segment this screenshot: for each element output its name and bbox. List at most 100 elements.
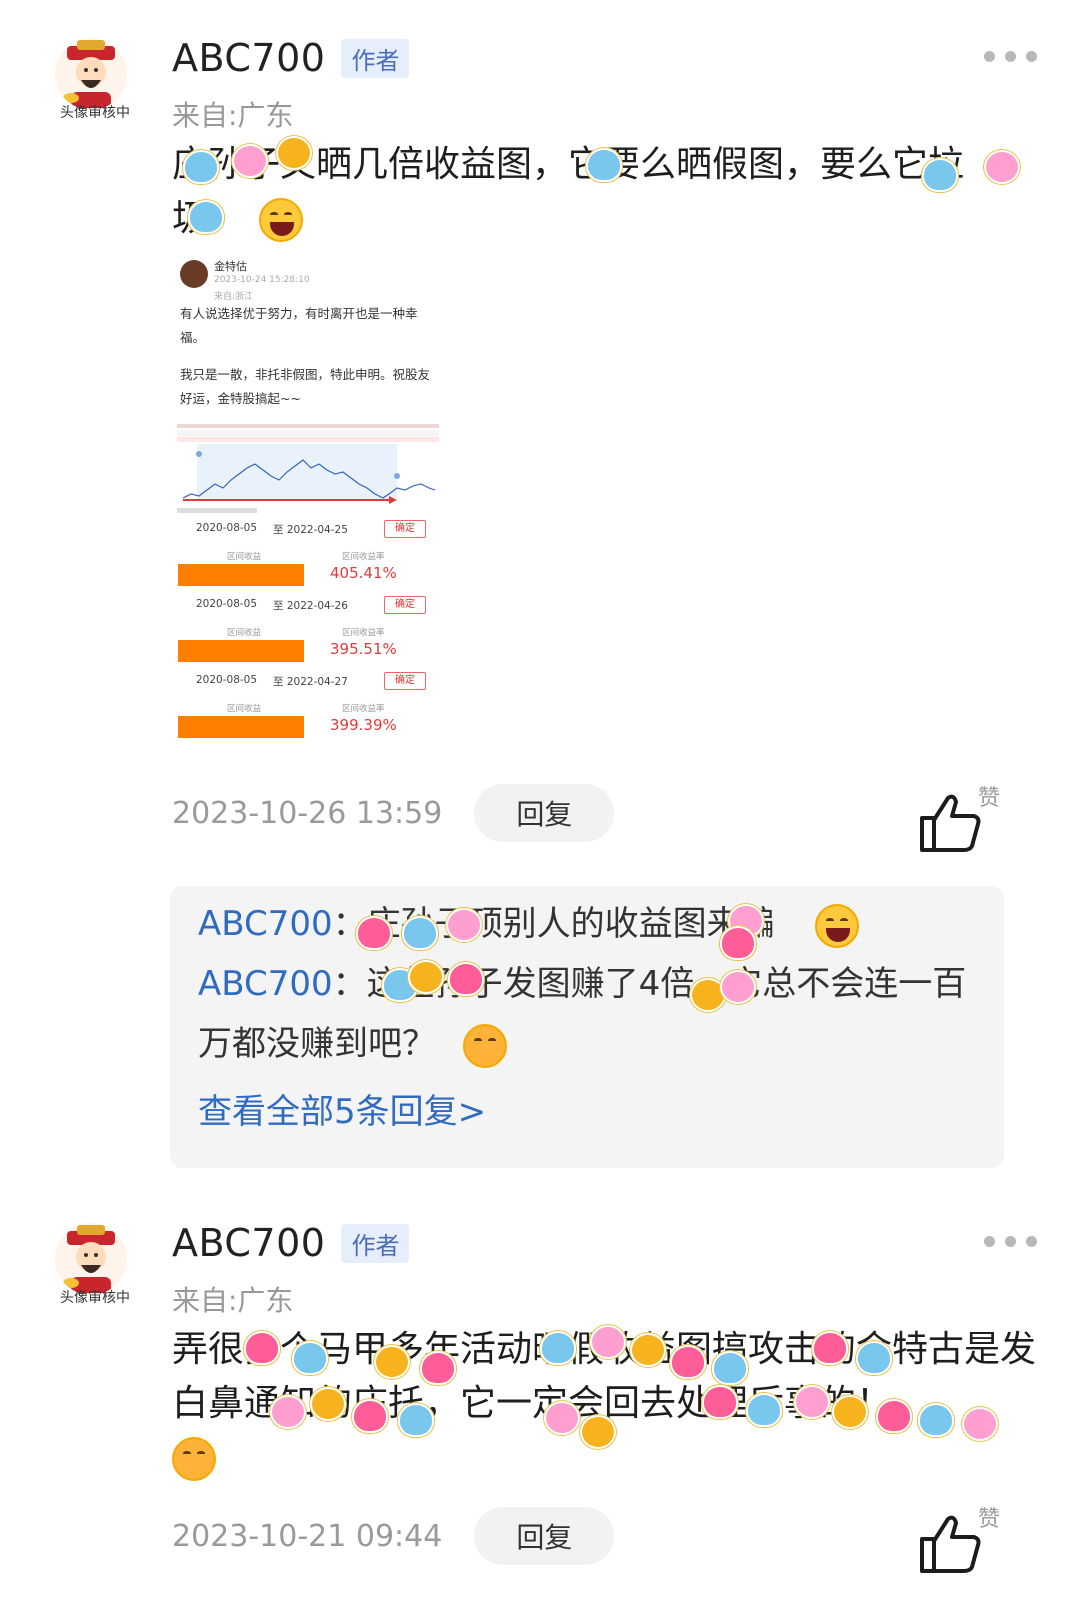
love-heart-sticker-icon [922,158,958,192]
comment-time: 2023-10-26 13:59 [172,795,443,831]
date-range-row: 2020-08-05 至 2022-04-26 确定 区间收益 区间收益率 39… [172,596,444,662]
love-heart-sticker-icon [586,148,622,182]
date-range[interactable]: 2020-08-05 至 2022-04-25 [196,522,348,537]
reply-username[interactable]: ABC700 [198,904,333,944]
thumbs-up-icon[interactable] [918,1511,982,1575]
reply-item[interactable]: ABC700：这些孙子发图赚了4倍，它总不会连一百万都没赚到吧？ [198,954,978,1074]
interval-rate-value: 399.39% [330,716,397,734]
avatar[interactable] [55,1223,127,1295]
heart-face-sticker-icon [420,1351,456,1385]
confirm-button[interactable]: 确定 [384,520,426,538]
god-of-wealth-icon [63,40,115,108]
love-heart-sticker-icon [856,1341,892,1375]
confirm-button[interactable]: 确定 [384,596,426,614]
shared-post-author: 金特估 [214,260,247,273]
so-cute-badge-sticker-icon [310,1387,346,1421]
love-heart-sticker-icon [398,1403,434,1437]
end-date: 至 2022-04-26 [273,600,348,612]
interval-return-label: 区间收益 [227,704,262,714]
avatar-review-badge: 头像审核中 [60,105,130,121]
heart-face-sticker-icon [812,1331,848,1365]
so-cute-badge-sticker-icon [408,960,444,994]
heart-face-sticker-icon [702,1385,738,1419]
comment-footer: 2023-10-26 13:59 回复 [172,784,615,842]
date-range-row: 2020-08-05 至 2022-04-25 确定 区间收益 区间收益率 40… [172,520,444,586]
more-dot-icon [1005,51,1016,62]
start-date: 2020-08-05 [196,522,258,534]
smiley-sticker-icon [962,1407,998,1441]
so-cute-badge-sticker-icon [630,1333,666,1367]
love-heart-sticker-icon [746,1393,782,1427]
smiley-sticker-icon [232,144,268,178]
so-cute-badge-sticker-icon [580,1415,616,1449]
start-date: 2020-08-05 [196,674,258,686]
shared-post-text: 我只是一散，非托非假图，特此申明。祝股友好运，金特股搞起~~ [180,367,431,406]
interval-rate-value: 405.41% [330,564,397,582]
shy-smile-emoji-icon [462,1023,507,1068]
username[interactable]: ABC700 [172,1221,325,1265]
location: 来自:广东 [172,1284,294,1317]
smiley-sticker-icon [720,970,756,1004]
reply-username[interactable]: ABC700 [198,964,333,1004]
love-heart-sticker-icon [712,1351,748,1385]
smiley-sticker-icon [984,150,1020,184]
shared-post-location: 来自:浙江 [214,292,254,302]
interval-rate-label: 区间收益率 [342,704,385,714]
heart-face-sticker-icon [352,1399,388,1433]
so-cute-badge-sticker-icon [374,1345,410,1379]
heart-face-sticker-icon [356,916,392,950]
shared-screenshot[interactable]: 金特估 2023-10-24 15:28:10 来自:浙江 有人说选择优于努力，… [172,254,444,750]
interval-rate-value: 395.51% [330,640,397,658]
love-heart-sticker-icon [918,1403,954,1437]
so-cute-badge-sticker-icon [832,1395,868,1429]
laughing-emoji-icon [815,903,860,948]
date-range[interactable]: 2020-08-05 至 2022-04-26 [196,598,348,613]
interval-return-label: 区间收益 [227,628,262,638]
confirm-button[interactable]: 确定 [384,672,426,690]
comment-time: 2023-10-21 09:44 [172,1518,443,1554]
reply-button[interactable]: 回复 [474,784,615,842]
avatar[interactable] [55,38,127,110]
redacted-return-bar [178,640,304,662]
laughing-emoji-icon [259,198,304,242]
reply-thread: ABC700：庄孙子顶别人的收益图来骗 ABC700：这些孙子发图赚了4倍，它总… [170,886,1004,1168]
more-options-button[interactable] [984,51,1037,62]
date-range-row: 2020-08-05 至 2022-04-27 确定 区间收益 区间收益率 39… [172,672,444,738]
more-options-button[interactable] [984,1236,1037,1247]
smiley-sticker-icon [446,908,482,942]
so-cute-badge-sticker-icon [276,136,312,170]
god-of-wealth-icon [63,1225,115,1293]
shared-post-time: 2023-10-24 15:28:10 [214,275,310,285]
view-all-replies-link[interactable]: 查看全部5条回复> [198,1084,486,1133]
interval-return-label: 区间收益 [227,552,262,562]
more-dot-icon [1026,51,1037,62]
reply-button[interactable]: 回复 [474,1507,615,1565]
date-range[interactable]: 2020-08-05 至 2022-04-27 [196,674,348,689]
redacted-return-bar [178,716,304,738]
heart-face-sticker-icon [720,926,756,960]
like-label: 赞 [978,786,1001,811]
reply-item[interactable]: ABC700：庄孙子顶别人的收益图来骗 [198,894,978,954]
end-date: 至 2022-04-27 [273,676,348,688]
shy-smile-emoji-icon [172,1437,216,1481]
interval-rate-label: 区间收益率 [342,552,385,562]
stock-price-chart [177,424,439,513]
smiley-sticker-icon [270,1395,306,1429]
love-heart-sticker-icon [292,1341,328,1375]
start-date: 2020-08-05 [196,598,258,610]
thumbs-up-icon[interactable] [918,790,982,854]
name-row: ABC700 作者 [172,36,410,80]
more-dot-icon [984,1236,995,1247]
heart-face-sticker-icon [448,962,484,996]
avatar-review-badge: 头像审核中 [60,1290,130,1306]
smiley-sticker-icon [544,1401,580,1435]
love-heart-sticker-icon [183,150,219,184]
interval-rate-label: 区间收益率 [342,628,385,638]
end-date: 至 2022-04-25 [273,524,348,536]
shared-post-text: 有人说选择优于努力，有时离开也是一种幸福。 [180,306,418,345]
more-dot-icon [1005,1236,1016,1247]
more-dot-icon [1026,1236,1037,1247]
heart-face-sticker-icon [244,1331,280,1365]
username[interactable]: ABC700 [172,36,325,80]
shared-post-avatar [180,260,208,288]
